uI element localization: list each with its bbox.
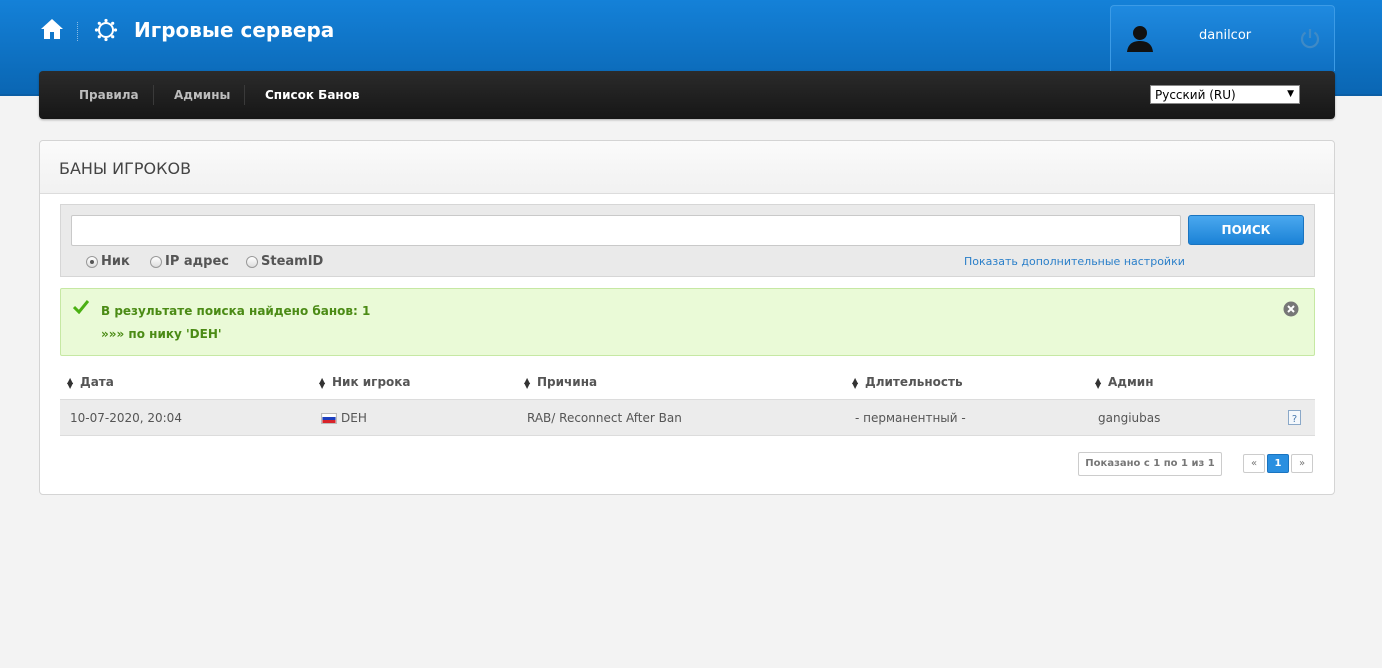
cell-admin: gangiubas — [1098, 411, 1161, 425]
alert-result-count: В результате поиска найдено банов: 1 — [101, 304, 371, 318]
russia-flag-icon — [321, 413, 337, 424]
chevron-down-icon: ▼ — [1287, 89, 1294, 99]
radio-dot — [150, 255, 162, 268]
radio-dot-checked — [86, 255, 98, 268]
sort-icon: ▲ ▼ — [852, 375, 859, 390]
user-avatar-icon — [1127, 26, 1153, 52]
search-box: ПОИСК Ник IP адрес SteamID Показать допо… — [60, 204, 1315, 277]
nav-item-rules[interactable]: Правила — [79, 88, 139, 102]
radio-label: Ник — [101, 254, 130, 269]
home-icon[interactable] — [40, 17, 64, 41]
column-label: Дата — [80, 375, 114, 389]
pagination-next-button[interactable]: » — [1291, 454, 1313, 473]
cell-nick: DEH — [321, 411, 367, 425]
column-label: Причина — [537, 375, 598, 389]
radio-dot — [246, 255, 258, 268]
cell-duration: - перманентный - — [855, 411, 966, 425]
sort-icon: ▲ ▼ — [524, 375, 531, 390]
logout-power-icon[interactable] — [1298, 26, 1322, 50]
nav-item-ban-list[interactable]: Список Банов — [265, 88, 360, 102]
panel-header: БАНЫ ИГРОКОВ — [40, 141, 1334, 194]
pagination-info: Показано с 1 по 1 из 1 — [1078, 452, 1222, 476]
advanced-settings-link[interactable]: Показать дополнительные настройки — [964, 255, 1185, 268]
nav-divider — [244, 85, 245, 105]
radio-label: IP адрес — [165, 254, 229, 269]
main-navbar: Правила Админы Список Банов Русский (RU)… — [39, 71, 1335, 119]
sort-icon: ▲ ▼ — [67, 375, 74, 390]
column-header-nick[interactable]: ▲ ▼ Ник игрока — [319, 375, 411, 389]
column-label: Ник игрока — [332, 375, 411, 389]
cell-date: 10-07-2020, 20:04 — [70, 411, 182, 425]
cell-reason: RAB/ Reconnect After Ban — [527, 411, 682, 425]
search-button[interactable]: ПОИСК — [1188, 215, 1304, 245]
check-icon — [73, 300, 89, 314]
language-select-value: Русский (RU) — [1155, 88, 1236, 102]
panel-title: БАНЫ ИГРОКОВ — [59, 159, 192, 178]
svg-text:?: ? — [1292, 414, 1297, 425]
search-input[interactable] — [71, 215, 1181, 246]
nav-item-admins[interactable]: Админы — [174, 88, 230, 102]
bans-panel: БАНЫ ИГРОКОВ ПОИСК Ник IP адрес SteamID … — [39, 140, 1335, 495]
table-row[interactable]: 10-07-2020, 20:04 DEH RAB/ Reconnect Aft… — [60, 399, 1315, 436]
site-title: Игровые сервера — [134, 18, 335, 42]
radio-nick[interactable]: Ник — [86, 254, 130, 269]
radio-steamid[interactable]: SteamID — [246, 254, 323, 269]
search-result-alert: В результате поиска найдено банов: 1 »»»… — [60, 288, 1315, 356]
settings-gear-icon — [94, 18, 118, 42]
column-label: Админ — [1108, 375, 1154, 389]
close-icon[interactable] — [1283, 301, 1299, 317]
header-divider — [77, 22, 78, 41]
alert-result-query: »»» по нику 'DEH' — [101, 327, 222, 341]
column-header-admin[interactable]: ▲ ▼ Админ — [1095, 375, 1154, 389]
radio-label: SteamID — [261, 254, 324, 269]
column-header-date[interactable]: ▲ ▼ Дата — [67, 375, 114, 389]
user-box: danilcor — [1110, 5, 1335, 71]
pagination-prev-button[interactable]: « — [1243, 454, 1265, 473]
username[interactable]: danilcor — [1199, 28, 1251, 43]
sort-icon: ▲ ▼ — [319, 375, 326, 390]
pagination-page-button[interactable]: 1 — [1267, 454, 1289, 473]
column-label: Длительность — [865, 375, 963, 389]
details-info-icon[interactable]: ? — [1288, 410, 1302, 426]
sort-icon: ▲ ▼ — [1095, 375, 1102, 390]
language-select[interactable]: Русский (RU) ▼ — [1150, 85, 1300, 104]
column-header-reason[interactable]: ▲ ▼ Причина — [524, 375, 597, 389]
player-nick: DEH — [341, 411, 367, 425]
nav-divider — [153, 85, 154, 105]
column-header-duration[interactable]: ▲ ▼ Длительность — [852, 375, 963, 389]
radio-ip[interactable]: IP адрес — [150, 254, 229, 269]
